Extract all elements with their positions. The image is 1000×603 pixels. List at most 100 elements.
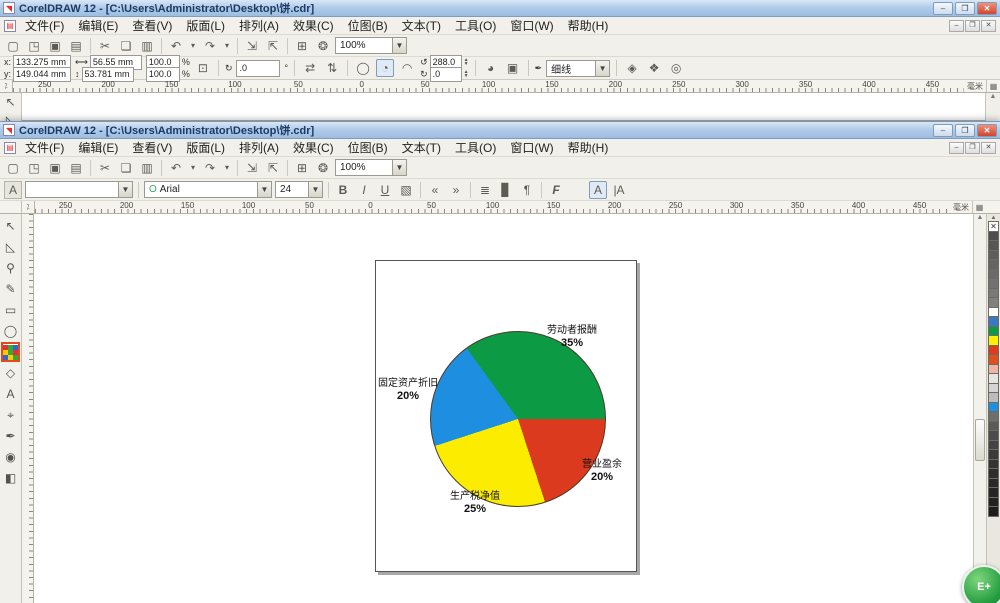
menu-9[interactable]: 窗口(W) bbox=[503, 16, 560, 35]
desktop-overlay-icon[interactable]: E+ bbox=[962, 565, 1000, 603]
lock-ratio-icon[interactable]: ⊡ bbox=[194, 59, 212, 77]
doc-restore-button[interactable]: ❐ bbox=[965, 142, 980, 154]
combo-arrow-icon[interactable]: ▼ bbox=[257, 182, 271, 197]
minimize-button[interactable]: – bbox=[933, 2, 953, 15]
scrollbar-stub-1[interactable]: ▲ bbox=[985, 93, 1000, 121]
pie-chart-object[interactable] bbox=[430, 331, 606, 507]
paste-icon[interactable]: ▥ bbox=[138, 37, 156, 55]
new-icon[interactable]: ▢ bbox=[4, 37, 22, 55]
style-list-combo[interactable]: ▼ bbox=[25, 181, 133, 198]
font-size-combo[interactable]: 24▼ bbox=[275, 181, 323, 198]
bullet-list-icon[interactable]: ≣ bbox=[476, 181, 494, 199]
menu-4[interactable]: 排列(A) bbox=[232, 138, 286, 157]
doc-minimize-button[interactable]: – bbox=[949, 20, 964, 32]
menu-4[interactable]: 排列(A) bbox=[232, 16, 286, 35]
menu-8[interactable]: 工具(O) bbox=[448, 138, 503, 157]
font-list-combo[interactable]: O Arial▼ bbox=[144, 181, 272, 198]
redo-icon[interactable]: ↷ bbox=[201, 37, 219, 55]
menu-0[interactable]: 文件(F) bbox=[18, 16, 71, 35]
text-direction-icon[interactable]: ▧ bbox=[397, 181, 415, 199]
combo-arrow-icon[interactable]: ▼ bbox=[118, 182, 132, 197]
format-text-icon[interactable]: F bbox=[547, 181, 565, 199]
save-icon[interactable]: ▣ bbox=[46, 159, 64, 177]
graph-paper-tool[interactable] bbox=[1, 342, 20, 362]
undo-icon[interactable]: ↶ bbox=[167, 37, 185, 55]
page-navigator-icon[interactable]: ▦ bbox=[972, 201, 986, 213]
freehand-tool[interactable]: ✎ bbox=[1, 279, 20, 299]
pie-mode-icon[interactable]: ◔ bbox=[376, 59, 394, 77]
perfect-shapes-tool[interactable]: ◇ bbox=[1, 363, 20, 383]
print-icon[interactable]: ▤ bbox=[67, 159, 85, 177]
interactive-fill-tool[interactable]: ◧ bbox=[1, 468, 20, 488]
menu-6[interactable]: 位图(B) bbox=[341, 138, 395, 157]
scrollbar-thumb[interactable] bbox=[975, 419, 985, 461]
titlebar-1[interactable]: ◥ CorelDRAW 12 - [C:\Users\Administrator… bbox=[0, 0, 1000, 17]
drawing-canvas[interactable]: 劳动者报酬35%营业盈余20%生产税净值25%固定资产折旧20% bbox=[34, 214, 973, 603]
menu-2[interactable]: 查看(V) bbox=[125, 138, 179, 157]
import-icon[interactable]: ⇲ bbox=[243, 159, 261, 177]
undo-icon[interactable]: ↶ bbox=[167, 159, 185, 177]
pie-label-3[interactable]: 固定资产折旧20% bbox=[378, 377, 438, 403]
print-icon[interactable]: ▤ bbox=[67, 37, 85, 55]
redo-dropdown-icon[interactable]: ▾ bbox=[222, 159, 232, 177]
pie-label-2[interactable]: 生产税净值25% bbox=[450, 490, 500, 516]
menu-1[interactable]: 编辑(E) bbox=[71, 16, 125, 35]
menu-5[interactable]: 效果(C) bbox=[286, 16, 341, 35]
menu-3[interactable]: 版面(L) bbox=[179, 16, 232, 35]
pick-tool[interactable]: ↖ bbox=[1, 216, 20, 236]
vertical-scrollbar[interactable]: ▲ bbox=[973, 214, 986, 603]
increase-indent-icon[interactable]: » bbox=[447, 181, 465, 199]
cut-icon[interactable]: ✂ bbox=[96, 159, 114, 177]
menu-2[interactable]: 查看(V) bbox=[125, 16, 179, 35]
menu-0[interactable]: 文件(F) bbox=[18, 138, 71, 157]
zoom-level-combo[interactable]: 100%▼ bbox=[335, 159, 407, 176]
menu-1[interactable]: 编辑(E) bbox=[71, 138, 125, 157]
redo-dropdown-icon[interactable]: ▾ bbox=[222, 37, 232, 55]
paste-icon[interactable]: ▥ bbox=[138, 159, 156, 177]
titlebar-2[interactable]: ◥ CorelDRAW 12 - [C:\Users\Administrator… bbox=[0, 122, 1000, 139]
redo-icon[interactable]: ↷ bbox=[201, 159, 219, 177]
export-icon[interactable]: ⇱ bbox=[264, 37, 282, 55]
copy-icon[interactable]: ❏ bbox=[117, 159, 135, 177]
menu-10[interactable]: 帮助(H) bbox=[561, 16, 616, 35]
edit-text-icon[interactable] bbox=[568, 181, 586, 199]
menu-7[interactable]: 文本(T) bbox=[395, 16, 448, 35]
menu-5[interactable]: 效果(C) bbox=[286, 138, 341, 157]
mirror-vertical-icon[interactable]: ⇅ bbox=[323, 59, 341, 77]
combo-arrow-icon[interactable]: ▼ bbox=[308, 182, 322, 197]
doc-close-button[interactable]: ✕ bbox=[981, 142, 996, 154]
combo-arrow-icon[interactable]: ▼ bbox=[392, 38, 406, 53]
vertical-text-icon[interactable]: |A bbox=[610, 181, 628, 199]
show-paragraph-icon[interactable]: ¶ bbox=[518, 181, 536, 199]
minimize-button[interactable]: – bbox=[933, 124, 953, 137]
close-button[interactable]: ✕ bbox=[977, 2, 997, 15]
scroll-up-icon[interactable]: ▲ bbox=[977, 214, 984, 221]
page-navigator-icon[interactable]: ▦ bbox=[986, 80, 1000, 92]
import-icon[interactable]: ⇲ bbox=[243, 37, 261, 55]
pie-label-1[interactable]: 营业盈余20% bbox=[582, 458, 622, 484]
italic-button[interactable]: I bbox=[355, 181, 373, 199]
outline-tool[interactable]: ✒ bbox=[1, 426, 20, 446]
horizontal-text-icon[interactable]: A bbox=[589, 181, 607, 199]
rotation-angle-field[interactable]: .0 bbox=[236, 60, 280, 77]
corel-online-icon[interactable]: ❂ bbox=[314, 159, 332, 177]
arc-mode-icon[interactable]: ◠ bbox=[398, 59, 416, 77]
menu-3[interactable]: 版面(L) bbox=[179, 138, 232, 157]
menu-10[interactable]: 帮助(H) bbox=[561, 138, 616, 157]
undo-dropdown-icon[interactable]: ▾ bbox=[188, 159, 198, 177]
decrease-indent-icon[interactable]: « bbox=[426, 181, 444, 199]
outline-width-combo[interactable]: 细线▼ bbox=[546, 60, 610, 77]
cut-icon[interactable]: ✂ bbox=[96, 37, 114, 55]
doc-restore-button[interactable]: ❐ bbox=[965, 20, 980, 32]
menu-6[interactable]: 位图(B) bbox=[341, 16, 395, 35]
new-icon[interactable]: ▢ bbox=[4, 159, 22, 177]
convert-curves-icon[interactable]: ❖ bbox=[645, 59, 663, 77]
drop-cap-icon[interactable]: ▊ bbox=[497, 181, 515, 199]
ellipse-mode-icon[interactable]: ◯ bbox=[354, 59, 372, 77]
pick-tool[interactable]: ↖ bbox=[1, 94, 20, 110]
menu-8[interactable]: 工具(O) bbox=[448, 16, 503, 35]
wrap-text-icon[interactable]: ◈ bbox=[623, 59, 641, 77]
combo-arrow-icon[interactable]: ▼ bbox=[595, 61, 609, 76]
zoom-level-combo[interactable]: 100%▼ bbox=[335, 37, 407, 54]
fill-tool[interactable]: ◉ bbox=[1, 447, 20, 467]
